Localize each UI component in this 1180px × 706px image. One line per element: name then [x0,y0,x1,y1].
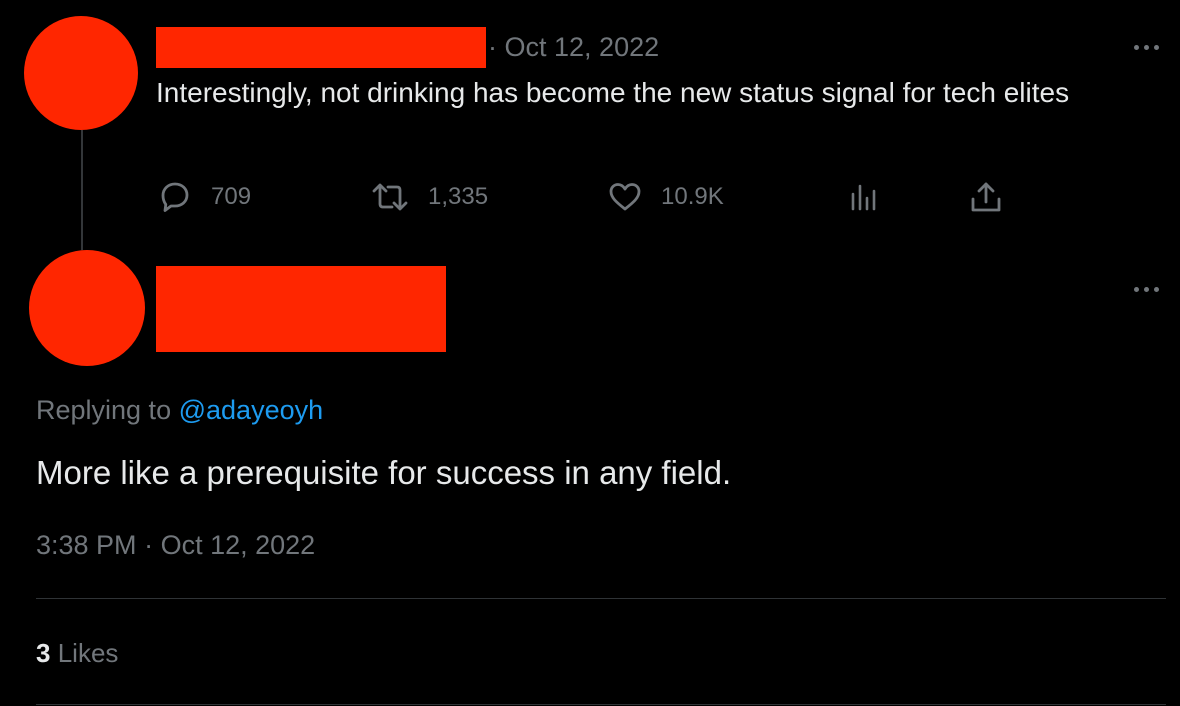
parent-tweet-text: Interestingly, not drinking has become t… [156,77,1070,108]
repost-action[interactable]: 1,335 [370,180,488,214]
thread-connector-line [81,130,83,250]
stats-divider-bottom [36,704,1166,705]
reply-tweet-text: More like a prerequisite for success in … [36,454,732,491]
like-count: 10.9K [661,183,724,210]
replying-prefix: Replying to [36,395,172,425]
reply-meta-separator: · [144,530,154,560]
replying-handle-link[interactable]: @adayeoyh [179,395,324,425]
reply-count: 709 [211,183,252,210]
parent-more-options-button[interactable] [1134,45,1159,50]
reply-action[interactable]: 709 [157,180,251,214]
parent-tweet-date[interactable]: · Oct 12, 2022 [488,32,659,63]
share-icon [969,180,1003,214]
replying-to-line: Replying to @adayeoyh [36,395,323,426]
reply-avatar[interactable] [29,250,145,366]
share-action[interactable] [969,180,1003,214]
parent-date-text: Oct 12, 2022 [504,32,660,62]
likes-stat-link[interactable]: 3 Likes [36,638,118,669]
reply-timestamp[interactable]: 3:38 PM · Oct 12, 2022 [36,530,315,561]
like-action[interactable]: 10.9K [607,180,724,214]
likes-count: 3 [36,638,51,668]
reply-icon [157,180,193,214]
views-icon [848,180,880,214]
repost-count: 1,335 [428,183,489,210]
reply-more-options-button[interactable] [1134,287,1159,292]
views-action[interactable] [848,180,880,214]
reply-date: Oct 12, 2022 [160,530,316,560]
parent-author-name-redacted[interactable] [156,27,486,68]
like-icon [607,180,643,214]
stats-divider-top [36,598,1166,599]
reply-time: 3:38 PM [36,530,137,560]
reply-author-name-redacted[interactable] [156,266,446,352]
parent-avatar[interactable] [24,16,138,130]
date-separator: · [488,32,497,62]
repost-icon [370,180,410,214]
likes-label: Likes [57,638,119,668]
